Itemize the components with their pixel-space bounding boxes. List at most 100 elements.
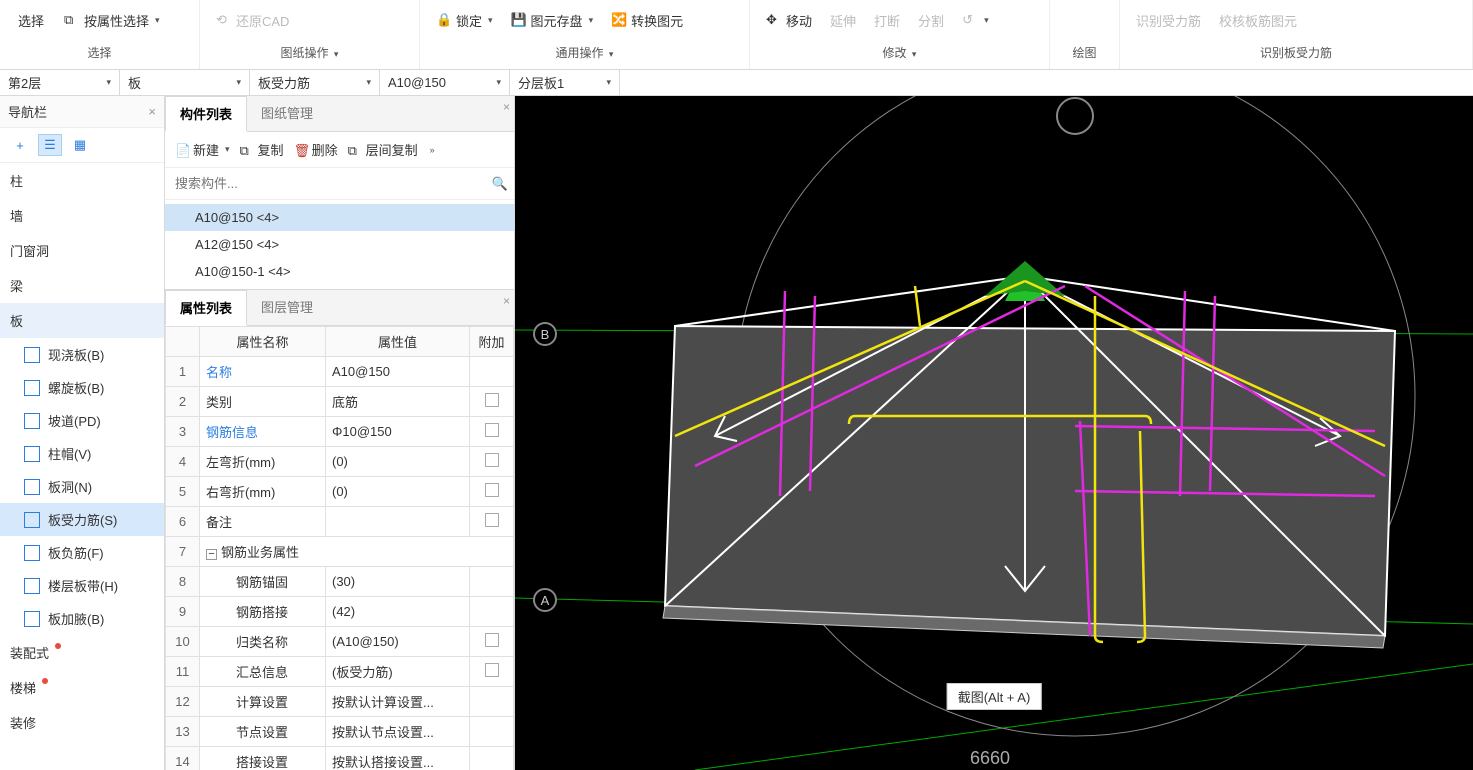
select-by-attr-button[interactable]: ⧉ 按属性选择▾ <box>58 7 166 34</box>
nav-cat-slab[interactable]: 板 <box>0 303 164 338</box>
search-icon[interactable]: 🔍 <box>492 176 508 192</box>
main-area: 导航栏 × + ☰ ▦ 柱 墙 门窗洞 梁 板 现浇板(B)螺旋板(B)坡道(P… <box>0 96 1473 770</box>
nav-cat-assembly[interactable]: 装配式 <box>0 635 164 670</box>
attr-value[interactable]: 按默认计算设置... <box>326 687 470 717</box>
tab-layer-manage[interactable]: 图层管理 <box>247 290 327 325</box>
component-size-dropdown[interactable]: A10@150▾ <box>380 70 510 95</box>
floor-dropdown[interactable]: 第2层▾ <box>0 70 120 95</box>
nav-sub-item[interactable]: 楼层板带(H) <box>0 569 164 602</box>
component-type-dropdown[interactable]: 板受力筋▾ <box>250 70 380 95</box>
layer-dropdown[interactable]: 分层板1▾ <box>510 70 620 95</box>
lock-icon: 🔒 <box>436 12 452 28</box>
more-button[interactable]: » <box>424 143 439 157</box>
row-number: 14 <box>166 747 200 770</box>
break-button[interactable]: 打断 <box>868 7 906 34</box>
attr-row[interactable]: 6备注 <box>166 507 514 537</box>
attr-row[interactable]: 3钢筋信息Φ10@150 <box>166 417 514 447</box>
component-item[interactable]: A10@150 <4> <box>165 204 514 231</box>
row-number: 2 <box>166 387 200 417</box>
model-viewport[interactable]: 6660 B A 截图(Alt + A) <box>515 96 1473 770</box>
attr-value[interactable]: (0) <box>326 477 470 507</box>
restore-cad-button[interactable]: ⟲ 还原CAD <box>210 7 295 34</box>
lock-button[interactable]: 🔒锁定▾ <box>430 7 499 34</box>
attr-row[interactable]: 9钢筋搭接(42) <box>166 597 514 627</box>
tab-drawing-manage[interactable]: 图纸管理 <box>247 96 327 131</box>
checkbox[interactable] <box>485 453 499 467</box>
nav-cat-decoration[interactable]: 装修 <box>0 705 164 740</box>
convert-button[interactable]: 🔀转换图元 <box>605 7 689 34</box>
undo-like-button[interactable]: ↺▾ <box>956 8 995 32</box>
attr-value[interactable]: (30) <box>326 567 470 597</box>
delete-button[interactable]: 🗑删除 <box>290 138 342 161</box>
nav-sub-item[interactable]: 现浇板(B) <box>0 338 164 371</box>
nav-tool-list[interactable]: ☰ <box>38 134 62 156</box>
attr-row[interactable]: 14搭接设置按默认搭接设置... <box>166 747 514 770</box>
nav-cat-opening[interactable]: 门窗洞 <box>0 233 164 268</box>
nav-cat-stairs[interactable]: 楼梯 <box>0 670 164 705</box>
attr-value[interactable] <box>326 507 470 537</box>
nav-sub-item[interactable]: 板负筋(F) <box>0 536 164 569</box>
checkbox[interactable] <box>485 393 499 407</box>
attr-name: 右弯折(mm) <box>200 477 326 507</box>
collapse-icon[interactable]: − <box>206 549 217 560</box>
attr-row[interactable]: 2类别底筋 <box>166 387 514 417</box>
attr-row[interactable]: 10归类名称(A10@150) <box>166 627 514 657</box>
attr-value[interactable]: 按默认搭接设置... <box>326 747 470 770</box>
attr-value[interactable]: (A10@150) <box>326 627 470 657</box>
component-item[interactable]: A12@150 <4> <box>165 231 514 258</box>
move-button[interactable]: ✥移动 <box>760 7 818 34</box>
nav-sub-item[interactable]: 板加腋(B) <box>0 602 164 635</box>
nav-tool-add[interactable]: + <box>8 134 32 156</box>
nav-sub-item[interactable]: 板受力筋(S) <box>0 503 164 536</box>
new-button[interactable]: 📄新建▾ <box>171 138 234 161</box>
close-icon[interactable]: × <box>503 294 510 308</box>
row-number: 1 <box>166 357 200 387</box>
attr-value[interactable]: Φ10@150 <box>326 417 470 447</box>
category-dropdown[interactable]: 板▾ <box>120 70 250 95</box>
attr-row[interactable]: 8钢筋锚固(30) <box>166 567 514 597</box>
attr-row[interactable]: 12计算设置按默认计算设置... <box>166 687 514 717</box>
attr-row[interactable]: 13节点设置按默认节点设置... <box>166 717 514 747</box>
tab-component-list[interactable]: 构件列表 <box>165 96 247 132</box>
attr-name: 钢筋锚固 <box>200 567 326 597</box>
attr-row[interactable]: 7−钢筋业务属性 <box>166 537 514 567</box>
nav-tool-grid[interactable]: ▦ <box>68 134 92 156</box>
close-icon[interactable]: × <box>503 100 510 114</box>
nav-sub-item[interactable]: 螺旋板(B) <box>0 371 164 404</box>
checkbox[interactable] <box>485 513 499 527</box>
checkbox[interactable] <box>485 423 499 437</box>
attr-value[interactable]: 底筋 <box>326 387 470 417</box>
tab-attr-list[interactable]: 属性列表 <box>165 290 247 326</box>
close-icon[interactable]: × <box>148 104 156 119</box>
split-button[interactable]: 分割 <box>912 7 950 34</box>
attr-value[interactable]: (42) <box>326 597 470 627</box>
nav-sub-label: 板负筋(F) <box>48 543 104 562</box>
nav-sub-item[interactable]: 板洞(N) <box>0 470 164 503</box>
attr-row[interactable]: 5右弯折(mm)(0) <box>166 477 514 507</box>
component-item[interactable]: A10@150-1 <4> <box>165 258 514 285</box>
nav-cat-wall[interactable]: 墙 <box>0 198 164 233</box>
checkbox[interactable] <box>485 483 499 497</box>
verify-slab-rebar-button[interactable]: 校核板筋图元 <box>1213 7 1303 34</box>
component-save-button[interactable]: 💾图元存盘▾ <box>505 7 600 34</box>
attr-value[interactable]: (板受力筋) <box>326 657 470 687</box>
row-number: 3 <box>166 417 200 447</box>
nav-cat-beam[interactable]: 梁 <box>0 268 164 303</box>
search-input[interactable] <box>171 172 492 195</box>
attr-row[interactable]: 1名称A10@150 <box>166 357 514 387</box>
nav-sub-item[interactable]: 柱帽(V) <box>0 437 164 470</box>
layer-copy-button[interactable]: ⧉层间复制 <box>344 138 422 161</box>
attr-row[interactable]: 4左弯折(mm)(0) <box>166 447 514 477</box>
attr-value[interactable]: (0) <box>326 447 470 477</box>
attr-value[interactable]: A10@150 <box>326 357 470 387</box>
row-number: 13 <box>166 717 200 747</box>
checkbox[interactable] <box>485 663 499 677</box>
identify-rebar-button[interactable]: 识别受力筋 <box>1130 7 1207 34</box>
attr-value[interactable]: 按默认节点设置... <box>326 717 470 747</box>
nav-cat-column[interactable]: 柱 <box>0 163 164 198</box>
checkbox[interactable] <box>485 633 499 647</box>
copy-button[interactable]: ⧉复制 <box>236 138 288 161</box>
extend-button[interactable]: 延伸 <box>824 7 862 34</box>
nav-sub-item[interactable]: 坡道(PD) <box>0 404 164 437</box>
attr-row[interactable]: 11汇总信息(板受力筋) <box>166 657 514 687</box>
